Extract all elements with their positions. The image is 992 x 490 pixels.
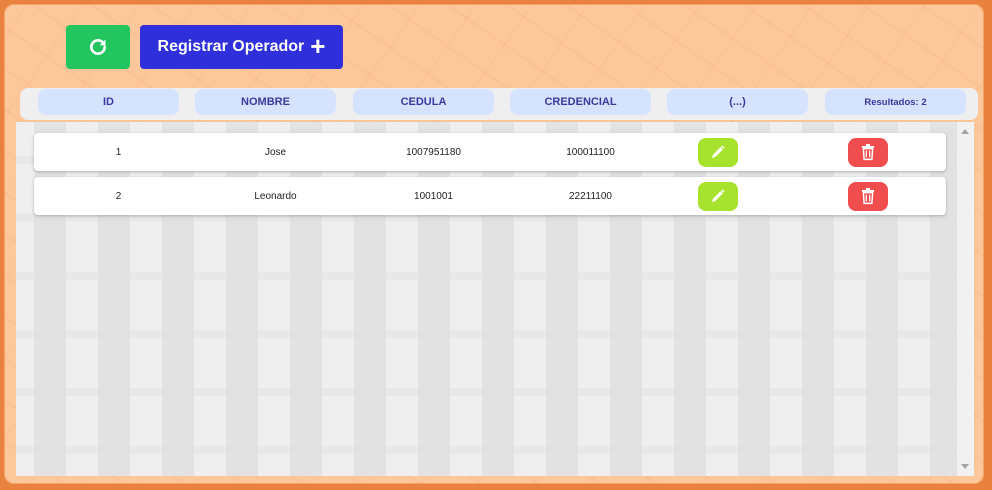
scroll-down-arrow-icon[interactable]	[961, 464, 969, 469]
results-count: Resultados: 2	[825, 89, 966, 115]
trash-icon	[861, 188, 874, 205]
cell-id: 1	[115, 146, 122, 158]
edit-button[interactable]	[697, 137, 738, 167]
register-operator-button[interactable]: Registrar Operador +	[140, 25, 343, 69]
cell-cedula: 1001001	[414, 190, 453, 202]
cell-credencial: 100011100	[566, 146, 615, 158]
main-panel: Registrar Operador + ID NOMBRE CEDULA CR…	[4, 4, 984, 484]
trash-icon	[861, 144, 874, 161]
header-cedula: CEDULA	[353, 89, 494, 115]
cell-id: 2	[115, 190, 122, 202]
cell-nombre: Leonardo	[254, 190, 297, 202]
header-actions: (...)	[667, 89, 808, 115]
delete-button[interactable]	[847, 137, 888, 167]
cell-cedula: 1007951180	[406, 146, 461, 158]
header-credencial: CREDENCIAL	[510, 89, 651, 115]
header-id: ID	[38, 89, 179, 115]
table-row: 1 Jose 1007951180 100011100	[34, 133, 946, 171]
table-row: 2 Leonardo 1001001 22211100	[34, 177, 946, 215]
vertical-scrollbar[interactable]	[957, 122, 974, 476]
header-nombre: NOMBRE	[195, 89, 336, 115]
cell-credencial: 22211100	[568, 190, 612, 202]
plus-icon: +	[310, 31, 326, 61]
pencil-icon	[711, 189, 725, 202]
cell-nombre: Jose	[264, 146, 287, 158]
scroll-up-arrow-icon[interactable]	[961, 129, 969, 134]
refresh-icon	[90, 39, 106, 55]
register-operator-label: Registrar Operador	[157, 38, 305, 55]
cell-delete	[797, 133, 938, 171]
refresh-button[interactable]	[66, 25, 130, 69]
table-body: 1 Jose 1007951180 100011100 2 Leonardo 1…	[16, 122, 974, 476]
cell-edit	[647, 177, 788, 215]
table-header: ID NOMBRE CEDULA CREDENCIAL (...) Result…	[20, 88, 978, 120]
pencil-icon	[711, 145, 725, 158]
delete-button[interactable]	[847, 181, 888, 211]
cell-delete	[797, 177, 938, 215]
cell-edit	[647, 133, 788, 171]
edit-button[interactable]	[697, 181, 738, 211]
